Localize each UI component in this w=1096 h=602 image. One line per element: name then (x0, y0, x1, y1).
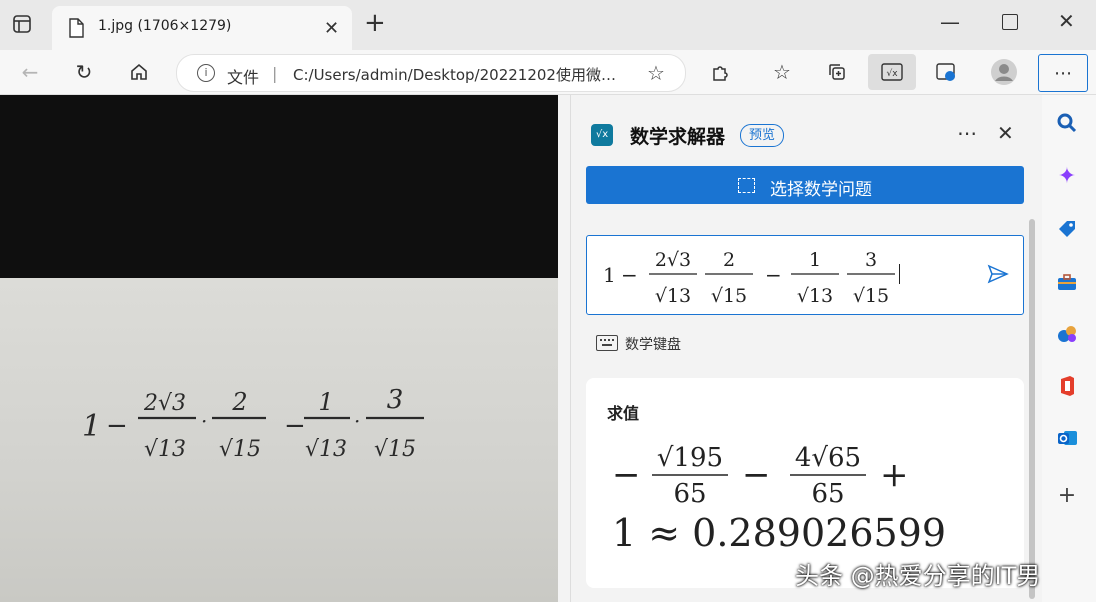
res-d2: 65 (811, 479, 844, 509)
panel-scrollbar[interactable] (1029, 219, 1035, 599)
panel-title: 数学求解器 (630, 126, 726, 148)
in-d1: √13 (655, 285, 691, 307)
hw-n1: 2√3 (143, 391, 186, 416)
copilot-icon[interactable]: ✦ (1052, 161, 1082, 191)
selection-icon (738, 178, 755, 193)
in-d2: √15 (711, 285, 747, 307)
file-label: 文件 (227, 68, 260, 87)
hw-minus-1: − (106, 411, 128, 441)
new-tab-icon[interactable]: + (364, 8, 386, 38)
tab-close-icon[interactable]: ✕ (324, 18, 339, 39)
res-minus-1: − (612, 455, 641, 495)
hw-d4: √15 (374, 437, 416, 462)
in-d3: √13 (797, 285, 833, 307)
hw-minus-2: − (284, 411, 306, 441)
tab-strip: 1.jpg (1706×1279) ✕ + — ✕ (0, 0, 1096, 50)
preview-badge: 预览 (740, 124, 785, 147)
address-bar[interactable]: i 文件 | C:/Users/admin/Desktop/20221202使用… (176, 54, 686, 92)
hw-d3: √13 (305, 437, 347, 462)
favorites-icon[interactable]: ☆ (764, 54, 800, 90)
result-expression: − √195 65 − 4√65 65 + 1 ≈ 0.289026599 (612, 443, 946, 555)
result-heading: 求值 (607, 404, 640, 423)
handwritten-expression: 1 − 2√3 √13 · 2 √15 − 1 √13 · 3 √15 (82, 385, 424, 462)
panel-more-icon[interactable]: ⋯ (957, 121, 977, 145)
hw-d2: √15 (219, 437, 261, 462)
minimize-icon[interactable]: — (940, 10, 960, 34)
svg-text:√x: √x (886, 68, 898, 79)
hw-one: 1 (82, 409, 101, 444)
refresh-icon[interactable]: ↻ (66, 54, 102, 90)
in-minus-1: − (621, 263, 638, 287)
address-separator: | (272, 64, 278, 83)
math-input-expression: 1 − 2√3 √13 2 √15 − 1 √13 3 √15 (603, 249, 895, 307)
in-one: 1 (603, 263, 616, 287)
hw-dot-1: · (201, 409, 207, 433)
hw-d1: √13 (144, 437, 186, 462)
in-minus-2: − (765, 263, 782, 287)
in-n2: 2 (723, 249, 735, 271)
address-url: C:/Users/admin/Desktop/20221202使用微… (293, 66, 616, 84)
hw-dot-2: · (354, 409, 360, 433)
hw-n2: 2 (231, 388, 247, 416)
maximize-icon[interactable] (1002, 14, 1018, 30)
res-plus: + (880, 455, 909, 495)
math-solver-panel: √x 数学求解器 预览 ⋯ ✕ 选择数学问题 1 − 2√3 √13 2 √15… (570, 95, 1041, 602)
file-icon (68, 18, 84, 42)
games-icon[interactable] (1052, 319, 1082, 349)
close-window-icon[interactable]: ✕ (1058, 9, 1075, 33)
shopping-tag-icon[interactable] (1052, 214, 1082, 244)
res-n2: 4√65 (795, 443, 861, 473)
text-caret (899, 264, 900, 284)
tab-title: 1.jpg (1706×1279) (98, 18, 232, 34)
collections-icon[interactable] (819, 54, 855, 90)
tools-briefcase-icon[interactable] (1052, 267, 1082, 297)
outlook-icon[interactable] (1052, 423, 1082, 453)
hw-n3: 1 (318, 388, 333, 416)
office-icon[interactable] (1052, 371, 1082, 401)
in-d4: √15 (853, 285, 889, 307)
profile-avatar[interactable] (986, 54, 1022, 90)
math-keyboard-link[interactable]: 数学键盘 (625, 334, 681, 354)
tab-active[interactable]: 1.jpg (1706×1279) ✕ (52, 6, 352, 50)
more-menu-icon[interactable]: ⋯ (1038, 54, 1088, 92)
select-math-problem-button[interactable]: 选择数学问题 (586, 166, 1024, 204)
image-background (0, 95, 558, 278)
browser-essentials-icon[interactable] (928, 54, 964, 90)
image-paper: 1 − 2√3 √13 · 2 √15 − 1 √13 · 3 √15 (0, 278, 558, 602)
res-d1: 65 (673, 479, 706, 509)
keyboard-icon[interactable] (596, 335, 618, 351)
in-n4: 3 (865, 249, 877, 271)
favorite-star-icon[interactable]: ☆ (647, 61, 665, 85)
in-n3: 1 (809, 249, 821, 271)
math-solver-toolbar-icon[interactable]: √x (868, 54, 916, 90)
toolbar: ← ↻ i 文件 | C:/Users/admin/Desktop/202212… (0, 50, 1096, 95)
select-math-problem-label: 选择数学问题 (770, 180, 872, 200)
in-n1: 2√3 (655, 249, 691, 271)
extensions-icon[interactable] (702, 54, 738, 90)
watermark-text: 头条 @热爱分享的IT男 (795, 562, 1041, 590)
back-icon[interactable]: ← (12, 54, 48, 90)
hw-n4: 3 (387, 385, 404, 415)
math-input-field[interactable]: 1 − 2√3 √13 2 √15 − 1 √13 3 √15 (586, 235, 1024, 315)
add-sidebar-app-icon[interactable]: + (1052, 480, 1082, 510)
res-approx: 1 ≈ 0.289026599 (612, 511, 946, 555)
panel-close-icon[interactable]: ✕ (997, 121, 1014, 145)
tab-actions-icon[interactable] (12, 14, 32, 34)
home-icon[interactable] (121, 54, 157, 90)
math-solver-logo-icon: √x (591, 124, 613, 146)
res-n1: √195 (657, 443, 723, 473)
res-minus-2: − (742, 455, 771, 495)
search-icon[interactable] (1052, 108, 1082, 138)
send-icon[interactable] (987, 264, 1009, 288)
info-icon[interactable]: i (197, 64, 215, 82)
